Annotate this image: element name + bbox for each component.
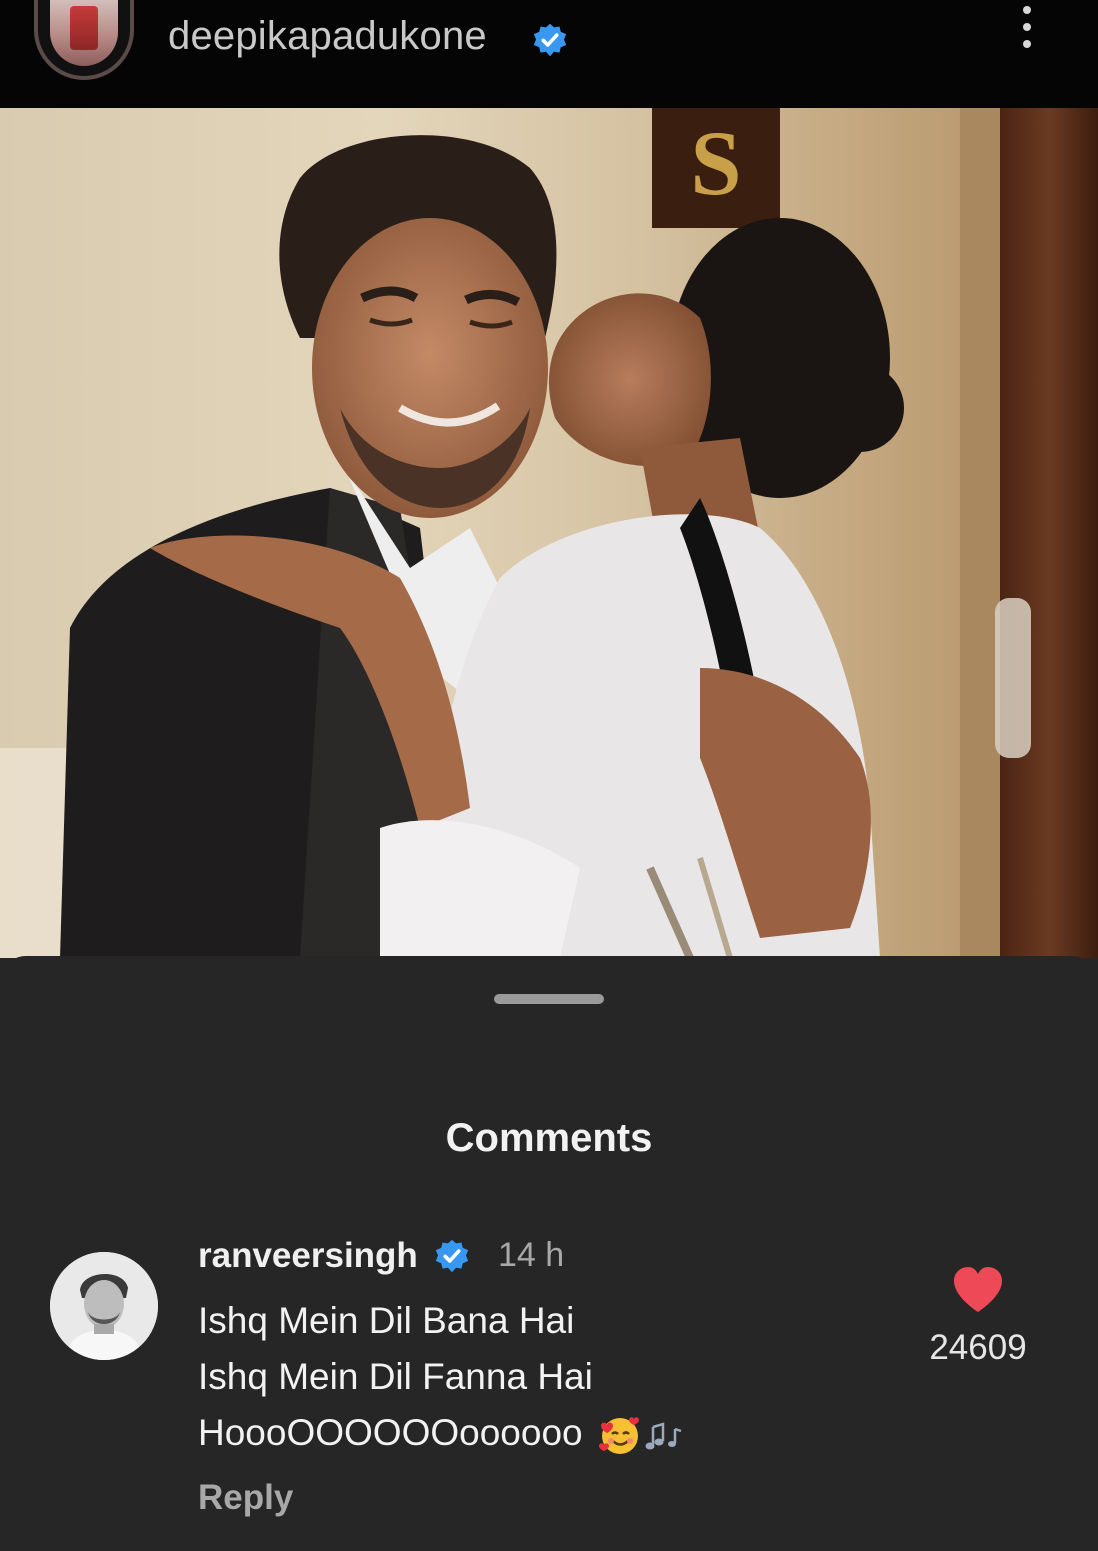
post-header: deepikapadukone [0,0,1098,108]
photo-illustration: S [0,108,1098,958]
commenter-avatar[interactable] [50,1252,158,1360]
comment-text-line-2: Ishq Mein Dil Fanna Hai [198,1356,593,1397]
verified-badge-icon [435,1239,469,1273]
more-vertical-icon[interactable] [1016,6,1038,60]
like-heart-icon[interactable] [952,1266,1004,1314]
like-count: 24609 [929,1328,1027,1367]
profile-avatar[interactable] [34,0,134,80]
reply-button[interactable]: Reply [198,1478,293,1518]
comment-text-line-1: Ishq Mein Dil Bana Hai [198,1300,575,1341]
comment-timestamp: 14 h [498,1236,565,1274]
verified-badge-icon [533,23,567,57]
sheet-grabber-handle[interactable] [494,994,604,1004]
smiling-face-with-hearts-icon [598,1417,639,1455]
comment-text-line-3: HoooOOOOOOoooooo [198,1412,685,1458]
post-photo[interactable]: S [0,108,1098,958]
comments-sheet: Comments ranveersingh 14 h Ishq Mein Dil… [0,956,1098,1551]
comment-text-line-3-text: HoooOOOOOOoooooo [198,1412,583,1453]
avatar-image [50,0,118,66]
avatar-image [50,1252,158,1360]
sign-letter: S [690,112,741,214]
post-username[interactable]: deepikapadukone [168,14,487,59]
musical-notes-icon [645,1422,682,1450]
sheet-title: Comments [445,1116,653,1160]
comment-username[interactable]: ranveersingh [198,1236,418,1276]
